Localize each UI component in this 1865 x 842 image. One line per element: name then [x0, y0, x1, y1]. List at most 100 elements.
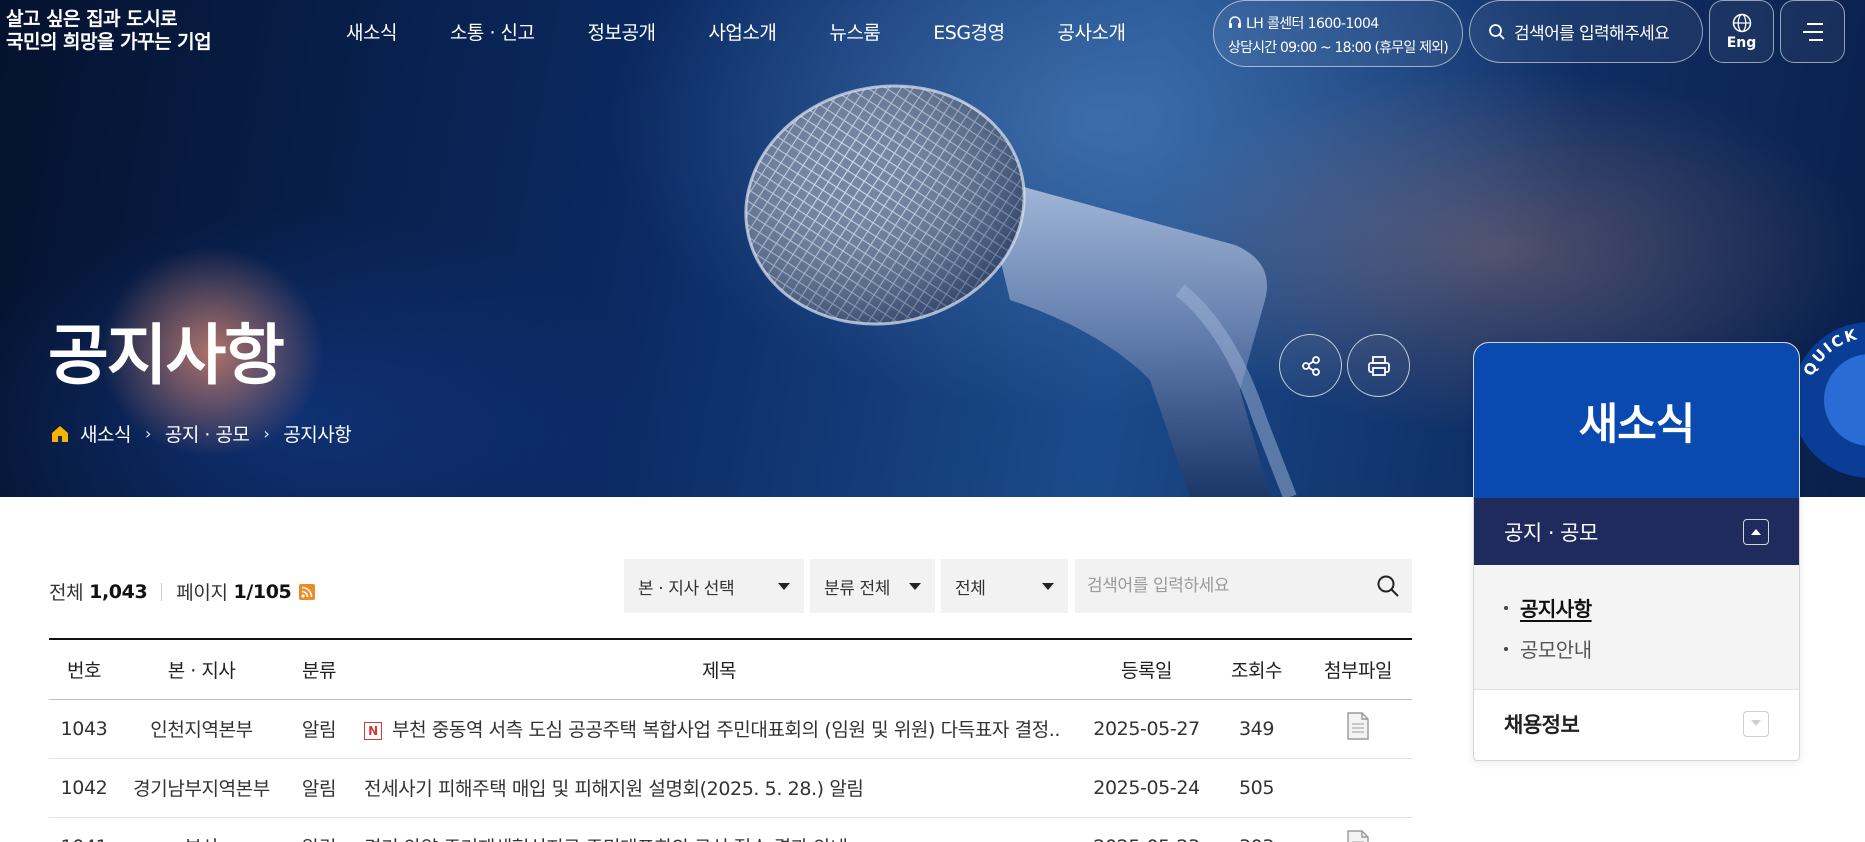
row-title[interactable]: 전세사기 피해주택 매입 및 피해지원 설명회(2025. 5. 28.) 알림 — [364, 778, 864, 800]
chevron-down-icon[interactable] — [1743, 710, 1769, 737]
nav-esg[interactable]: ESG경영 — [933, 18, 1005, 45]
col-branch: 본 · 지사 — [119, 638, 284, 700]
table-row[interactable]: 1043 인천지역본부 알림 N 부천 중동역 서측 도심 공공주택 복합사업 주민대표… — [49, 699, 1412, 759]
callcenter-number: LH 콜센터 1600-1004 — [1246, 16, 1379, 32]
search-icon — [1489, 23, 1505, 40]
breadcrumb: 새소식 › 공지 · 공모 › 공지사항 — [50, 420, 352, 447]
main-navigation: 새소식 소통 · 신고 정보공개 사업소개 뉴스룸 ESG경영 공사소개 — [346, 18, 1126, 45]
nav-about[interactable]: 공사소개 — [1058, 18, 1126, 45]
share-icon — [1301, 355, 1320, 376]
bullet-icon — [1504, 646, 1508, 651]
col-date: 등록일 — [1084, 638, 1209, 700]
row-date: 2025-05-24 — [1084, 758, 1209, 818]
side-submenu: 공지사항 공모안내 — [1474, 565, 1799, 689]
language-button[interactable]: Eng — [1709, 0, 1774, 63]
side-menu-category-label: 공지 · 공모 — [1504, 520, 1598, 545]
site-logo[interactable]: 살고 싶은 집과 도시로 국민의 희망을 가꾸는 기업 — [6, 8, 212, 54]
side-menu-category-recruit-label: 채용정보 — [1504, 712, 1580, 737]
nav-business[interactable]: 사업소개 — [708, 18, 776, 45]
row-title[interactable]: 부천 중동역 서측 도심 공공주택 복합사업 주민대표회의 (임원 및 위원) … — [392, 719, 1060, 741]
total-label: 전체 — [49, 582, 84, 604]
chevron-right-icon: › — [263, 424, 270, 443]
col-views: 조회수 — [1209, 638, 1304, 700]
table-row[interactable]: 1042 경기남부지역본부 알림 전세사기 피해주택 매입 및 피해지원 설명회(20… — [49, 758, 1412, 818]
chevron-up-icon[interactable] — [1743, 518, 1769, 545]
page-label: 페이지 — [176, 582, 228, 604]
notice-table: 번호 본 · 지사 분류 제목 등록일 조회수 첨부파일 1043 인천지역본부 알… — [49, 638, 1412, 842]
side-menu-category[interactable]: 공지 · 공모 — [1474, 498, 1799, 565]
table-row[interactable]: 1041부산알림경기 안양 주거재생혁신지구 주민대표회의 구성 접수 결과 안… — [49, 817, 1412, 842]
list-count: 전체 1,043 페이지 1/105 — [49, 578, 316, 605]
chevron-right-icon: › — [144, 424, 151, 443]
side-item-notice[interactable]: 공지사항 — [1504, 593, 1769, 622]
bullet-icon — [1504, 605, 1508, 610]
row-title-cell[interactable]: 전세사기 피해주택 매입 및 피해지원 설명회(2025. 5. 28.) 알림 — [354, 758, 1084, 818]
nav-news[interactable]: 새소식 — [346, 18, 397, 45]
col-number: 번호 — [49, 638, 119, 700]
row-type: 알림 — [284, 758, 354, 818]
print-button[interactable] — [1347, 334, 1410, 397]
breadcrumb-notice[interactable]: 공지사항 — [283, 420, 351, 447]
caret-down-icon — [1042, 582, 1054, 590]
list-search — [1075, 559, 1412, 613]
row-date: 2025-05-23 — [1084, 817, 1209, 842]
home-icon[interactable] — [50, 424, 70, 444]
logo-line-2: 국민의 희망을 가꾸는 기업 — [6, 31, 212, 53]
row-views: 505 — [1209, 758, 1304, 818]
quick-menu-badge[interactable]: QUICK MENU SERVICE — [1790, 320, 1865, 480]
row-type: 알림 — [284, 699, 354, 759]
breadcrumb-news[interactable]: 새소식 — [80, 420, 131, 447]
category-select[interactable]: 분류 전체 — [810, 559, 935, 613]
row-branch: 인천지역본부 — [119, 699, 284, 759]
row-branch: 경기남부지역본부 — [119, 758, 284, 818]
page-title: 공지사항 — [48, 317, 285, 394]
page-count: 1/105 — [233, 580, 292, 603]
nav-disclosure[interactable]: 정보공개 — [588, 18, 656, 45]
language-label: Eng — [1726, 34, 1757, 51]
category-select-value: 분류 전체 — [824, 578, 890, 599]
printer-icon — [1367, 355, 1390, 376]
branch-select-value: 본 · 지사 선택 — [638, 578, 735, 599]
callcenter-info[interactable]: LH 콜센터 1600-1004 상담시간 09:00 ~ 18:00 (휴무일… — [1213, 0, 1463, 67]
search-icon[interactable] — [1376, 574, 1400, 598]
row-branch: 부산 — [119, 817, 284, 842]
side-item-notice-label: 공지사항 — [1520, 597, 1592, 621]
row-views: 349 — [1209, 699, 1304, 759]
share-button[interactable] — [1279, 334, 1342, 397]
side-item-contest-label: 공모안내 — [1520, 638, 1592, 662]
col-type: 분류 — [284, 638, 354, 700]
menu-button[interactable] — [1780, 0, 1845, 63]
row-date: 2025-05-27 — [1084, 699, 1209, 759]
row-title-cell[interactable]: N 부천 중동역 서측 도심 공공주택 복합사업 주민대표회의 (임원 및 위원)… — [354, 699, 1084, 759]
breadcrumb-notice-contest[interactable]: 공지 · 공모 — [165, 420, 250, 447]
header-search-button[interactable]: 검색어를 입력해주세요 — [1469, 0, 1703, 63]
nav-newsroom[interactable]: 뉴스룸 — [829, 18, 880, 45]
row-attachment[interactable] — [1304, 699, 1412, 759]
side-menu-title: 새소식 — [1474, 343, 1799, 498]
col-title: 제목 — [354, 638, 1084, 700]
logo-line-1: 살고 싶은 집과 도시로 — [6, 8, 178, 30]
row-attachment[interactable] — [1304, 817, 1412, 842]
divider — [161, 582, 163, 601]
row-title[interactable]: 경기 안양 주거재생혁신지구 주민대표회의 구성 접수 결과 안내 — [364, 837, 848, 842]
row-title-cell[interactable]: 경기 안양 주거재생혁신지구 주민대표회의 구성 접수 결과 안내 — [354, 817, 1084, 842]
row-type: 알림 — [284, 817, 354, 842]
field-select[interactable]: 전체 — [941, 559, 1068, 613]
total-count: 1,043 — [89, 580, 148, 603]
callcenter-hours: 상담시간 09:00 ~ 18:00 (휴무일 제외) — [1228, 40, 1449, 56]
file-icon[interactable] — [1347, 712, 1369, 745]
side-menu-category-recruit[interactable]: 채용정보 — [1474, 689, 1799, 757]
row-number: 1043 — [49, 699, 119, 759]
rss-icon[interactable] — [299, 583, 316, 600]
row-views: 303 — [1209, 817, 1304, 842]
row-number: 1041 — [49, 817, 119, 842]
list-search-input[interactable] — [1087, 576, 1376, 596]
nav-communication[interactable]: 소통 · 신고 — [450, 18, 535, 45]
globe-icon — [1732, 13, 1751, 32]
branch-select[interactable]: 본 · 지사 선택 — [624, 559, 804, 613]
hamburger-icon — [1802, 22, 1823, 41]
row-attachment — [1304, 758, 1412, 818]
side-item-contest[interactable]: 공모안내 — [1504, 634, 1769, 663]
header-search-placeholder: 검색어를 입력해주세요 — [1514, 24, 1670, 44]
side-menu: 새소식 공지 · 공모 공지사항 공모안내 채용정보 — [1473, 342, 1800, 761]
